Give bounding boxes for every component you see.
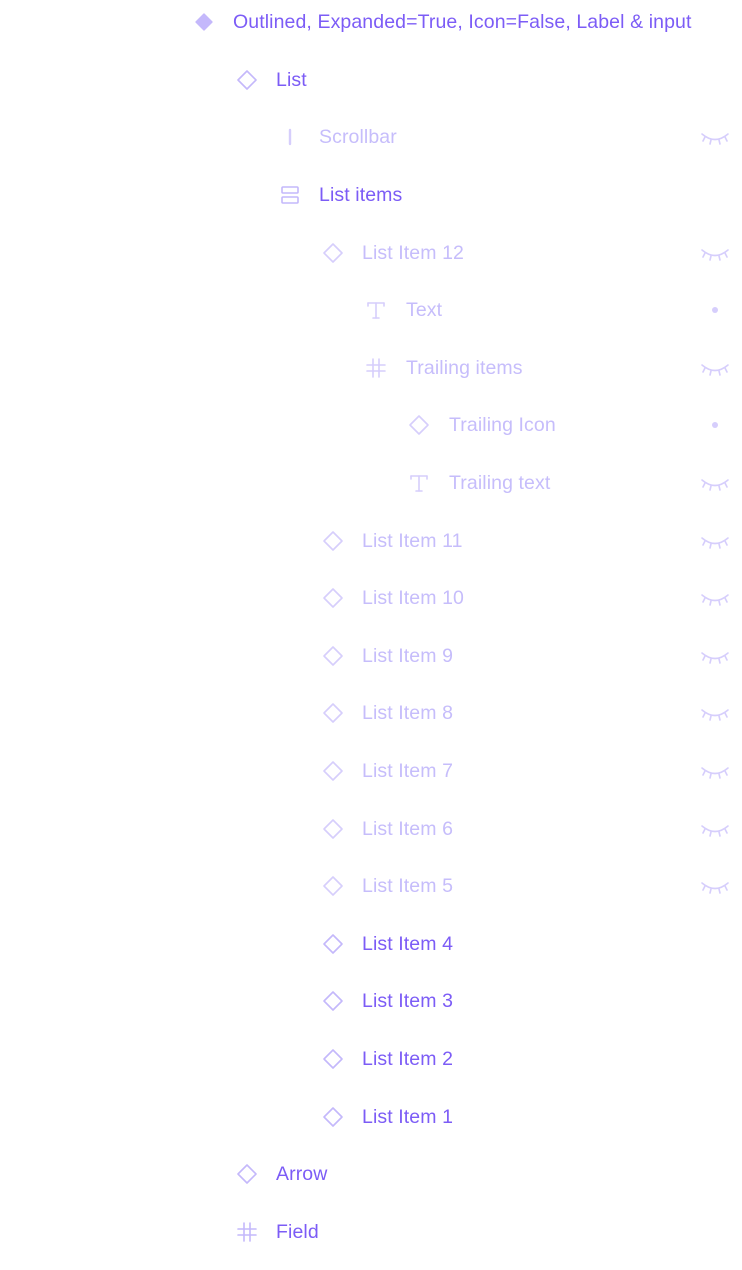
layer-row-list-item-6[interactable]: List Item 6 xyxy=(0,809,742,849)
instance-icon xyxy=(322,1106,344,1128)
eye-closed-icon[interactable] xyxy=(700,644,730,668)
instance-icon xyxy=(236,1163,258,1185)
text-icon xyxy=(408,472,430,494)
layer-label: Text xyxy=(406,299,443,321)
layer-row-list-item-9[interactable]: List Item 9 xyxy=(0,636,742,676)
layer-row-field[interactable]: Field xyxy=(0,1212,742,1252)
instance-icon xyxy=(322,760,344,782)
layer-label: List Item 2 xyxy=(362,1048,454,1070)
layer-label: List Item 8 xyxy=(362,702,454,724)
layer-label: List Item 4 xyxy=(362,933,454,955)
layer-row-list-item-5[interactable]: List Item 5 xyxy=(0,866,742,906)
layer-row-list-item-12[interactable]: List Item 12 xyxy=(0,233,742,273)
eye-closed-icon[interactable] xyxy=(700,701,730,725)
layer-label: List Item 3 xyxy=(362,990,454,1012)
instance-icon xyxy=(322,1048,344,1070)
eye-closed-icon[interactable] xyxy=(700,471,730,495)
layer-row-list-item-2[interactable]: List Item 2 xyxy=(0,1039,742,1079)
eye-closed-icon[interactable] xyxy=(700,759,730,783)
instance-icon xyxy=(322,933,344,955)
frame-icon xyxy=(236,1221,258,1243)
layer-label: Trailing text xyxy=(449,472,551,494)
layer-row-list-items[interactable]: List items xyxy=(0,175,742,215)
layer-row-root[interactable]: Outlined, Expanded=True, Icon=False, Lab… xyxy=(0,2,742,42)
layer-label: List Item 1 xyxy=(362,1106,454,1128)
layer-row-trailing-icon[interactable]: Trailing Icon xyxy=(0,405,742,445)
layer-label: Trailing Icon xyxy=(449,414,556,436)
layer-label: Arrow xyxy=(276,1163,328,1185)
component-icon xyxy=(193,11,215,33)
layer-row-list-item-1[interactable]: List Item 1 xyxy=(0,1097,742,1137)
instance-icon xyxy=(322,645,344,667)
layer-label: Outlined, Expanded=True, Icon=False, Lab… xyxy=(233,11,692,33)
layers-tree: Outlined, Expanded=True, Icon=False, Lab… xyxy=(0,0,742,1270)
layer-label: List Item 6 xyxy=(362,818,454,840)
layer-label: List Item 10 xyxy=(362,587,464,609)
layer-label: List Item 11 xyxy=(362,530,463,552)
layer-row-list-item-10[interactable]: List Item 10 xyxy=(0,578,742,618)
eye-closed-icon[interactable] xyxy=(700,125,730,149)
layer-label: List items xyxy=(319,184,403,206)
layer-row-list-item-7[interactable]: List Item 7 xyxy=(0,751,742,791)
eye-closed-icon[interactable] xyxy=(700,874,730,898)
layer-label: List Item 12 xyxy=(362,242,464,264)
layer-label: Field xyxy=(276,1221,319,1243)
layer-row-text[interactable]: Text xyxy=(0,290,742,330)
layer-label: Trailing items xyxy=(406,357,523,379)
layer-row-trailing-items[interactable]: Trailing items xyxy=(0,348,742,388)
instance-icon xyxy=(408,414,430,436)
eye-closed-icon[interactable] xyxy=(700,817,730,841)
text-icon xyxy=(365,299,387,321)
instance-icon xyxy=(322,587,344,609)
layer-row-scrollbar[interactable]: Scrollbar xyxy=(0,117,742,157)
instance-icon xyxy=(322,242,344,264)
instance-icon xyxy=(322,702,344,724)
eye-closed-icon[interactable] xyxy=(700,356,730,380)
layer-row-list-item-8[interactable]: List Item 8 xyxy=(0,693,742,733)
frame-icon xyxy=(365,357,387,379)
visibility-dot[interactable] xyxy=(712,422,718,428)
instance-icon xyxy=(236,69,258,91)
layer-label: Scrollbar xyxy=(319,126,397,148)
visibility-dot[interactable] xyxy=(712,307,718,313)
layer-row-trailing-text[interactable]: Trailing text xyxy=(0,463,742,503)
layer-row-list-item-4[interactable]: List Item 4 xyxy=(0,924,742,964)
layer-row-arrow[interactable]: Arrow xyxy=(0,1154,742,1194)
layer-label: List Item 7 xyxy=(362,760,454,782)
eye-closed-icon[interactable] xyxy=(700,241,730,265)
auto-layout-vertical-icon xyxy=(279,184,301,206)
eye-closed-icon[interactable] xyxy=(700,586,730,610)
instance-icon xyxy=(322,818,344,840)
instance-icon xyxy=(322,990,344,1012)
layer-row-list-item-3[interactable]: List Item 3 xyxy=(0,981,742,1021)
instance-icon xyxy=(322,875,344,897)
layer-row-list-item-11[interactable]: List Item 11 xyxy=(0,521,742,561)
layer-label: List Item 9 xyxy=(362,645,454,667)
vertical-line-icon xyxy=(279,126,301,148)
layer-label: List Item 5 xyxy=(362,875,454,897)
layer-row-list[interactable]: List xyxy=(0,60,742,100)
layer-label: List xyxy=(276,69,307,91)
eye-closed-icon[interactable] xyxy=(700,529,730,553)
instance-icon xyxy=(322,530,344,552)
